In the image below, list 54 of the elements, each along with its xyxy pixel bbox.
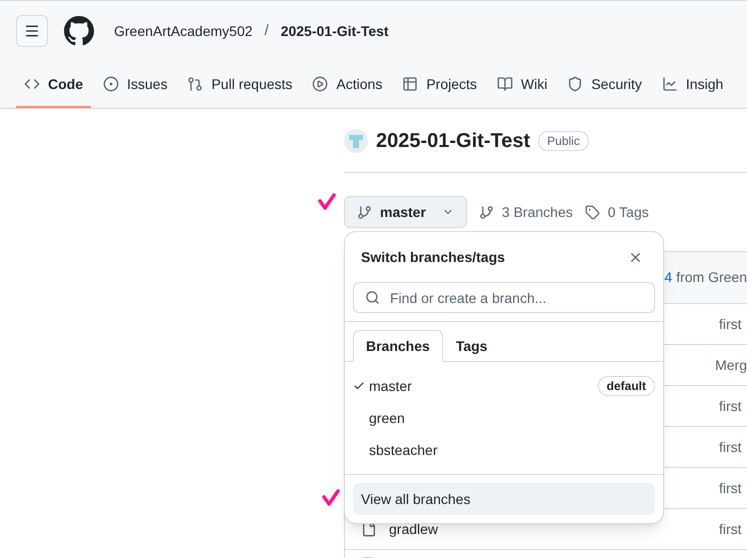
branches-link[interactable]: 3 Branches: [478, 202, 573, 222]
nav-tab[interactable]: Insigh: [654, 62, 732, 108]
branch-item[interactable]: green: [345, 402, 663, 434]
repo-link[interactable]: 2025-01-Git-Test: [280, 20, 389, 42]
commit-message: first: [719, 520, 742, 538]
tab-icon: [312, 76, 328, 92]
check-icon: [353, 380, 365, 392]
commit-message: first: [719, 438, 742, 456]
menu-icon: [24, 23, 40, 39]
default-label: default: [598, 376, 655, 396]
branch-name: green: [369, 408, 406, 428]
owner-link[interactable]: GreenArtAcademy502: [114, 20, 253, 42]
nav-tab[interactable]: Security: [559, 62, 650, 108]
annotation-check-icon: [318, 193, 336, 211]
dropdown-title: Switch branches/tags: [361, 248, 505, 267]
tab-icon: [187, 76, 204, 92]
commit-message: first: [719, 478, 742, 498]
branch-name: master: [369, 376, 413, 396]
commit-message: first: [719, 314, 742, 334]
repo-avatar-icon: [344, 128, 368, 152]
commit-message: first: [719, 396, 742, 416]
repo-title: 2025-01-Git-Test: [376, 128, 530, 154]
tab-icon: [662, 76, 678, 92]
tag-icon: [584, 204, 600, 220]
breadcrumb-separator: /: [264, 20, 269, 41]
branch-search-field[interactable]: Find or create a branch...: [353, 282, 655, 313]
menu-button[interactable]: [16, 15, 48, 47]
dropdown-tab[interactable]: Branches: [353, 330, 443, 362]
branch-item[interactable]: sbsteacher: [345, 434, 663, 466]
tab-icon: [402, 76, 418, 92]
octocat-logo-icon: [64, 16, 94, 46]
tab-icon: [496, 76, 513, 92]
commit-author-text: from Green: [676, 268, 747, 287]
nav-tab[interactable]: Actions: [304, 62, 390, 108]
commit-message: Merg: [715, 356, 747, 375]
branch-icon: [357, 204, 372, 220]
branch-name: sbsteacher: [369, 440, 438, 460]
pull-request-link[interactable]: 4: [664, 267, 672, 288]
nav-tab[interactable]: Issues: [95, 62, 176, 108]
branch-select-button[interactable]: master: [344, 196, 467, 228]
nav-tab[interactable]: Projects: [394, 62, 485, 108]
visibility-label: Public: [538, 130, 589, 150]
tags-link[interactable]: 0 Tags: [584, 202, 649, 222]
branch-icon: [478, 204, 494, 220]
branch-item[interactable]: master default: [345, 370, 663, 402]
dropdown-tab[interactable]: Tags: [442, 330, 500, 362]
nav-tab[interactable]: Code: [16, 62, 91, 108]
nav-tab[interactable]: Wiki: [488, 62, 556, 108]
search-icon: [365, 290, 380, 305]
tab-icon: [103, 76, 119, 92]
tab-icon: [567, 76, 584, 92]
nav-tab[interactable]: Pull requests: [179, 62, 300, 108]
annotation-check-icon: [322, 489, 340, 507]
view-all-branches-link[interactable]: View all branches: [353, 483, 655, 515]
